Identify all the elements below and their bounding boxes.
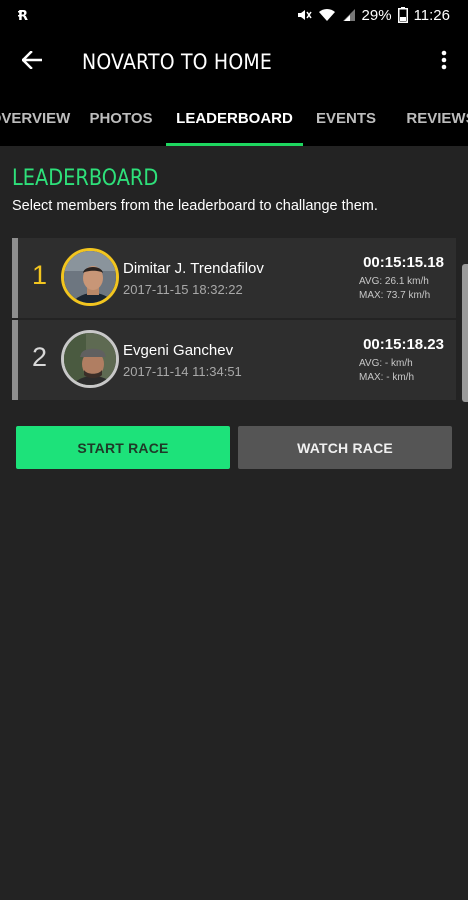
leaderboard-row[interactable]: 2 Evgeni Ganchev 2017-11-14 11:34:51 00:… xyxy=(12,320,456,400)
leaderboard-panel: LEADERBOARD Select members from the lead… xyxy=(0,146,468,900)
leaderboard-row[interactable]: 1 Dimitar J. Trendafilov 2017-11-15 18:3… xyxy=(12,238,456,318)
tab-bar: OVERVIEW PHOTOS LEADERBOARD EVENTS REVIE… xyxy=(0,94,468,146)
race-date: 2017-11-15 18:32:22 xyxy=(123,282,243,297)
member-name: Evgeni Ganchev xyxy=(123,342,234,359)
race-time: 00:15:18.23 xyxy=(363,336,444,353)
max-speed: MAX: - km/h xyxy=(359,372,415,383)
battery-percent: 29% xyxy=(361,6,392,24)
tab-reviews[interactable]: REVIEWS xyxy=(398,94,468,146)
tab-events[interactable]: EVENTS xyxy=(307,94,385,146)
rank-number: 2 xyxy=(32,342,48,372)
tab-overview[interactable]: OVERVIEW xyxy=(0,94,78,146)
member-name: Dimitar J. Trendafilov xyxy=(123,260,264,277)
battery-icon xyxy=(397,7,408,23)
app-bar: NOVARTO TO HOME xyxy=(0,30,468,94)
back-button[interactable] xyxy=(0,30,64,94)
section-subtitle: Select members from the leaderboard to c… xyxy=(12,198,378,214)
more-vert-icon xyxy=(441,50,447,75)
race-date: 2017-11-14 11:34:51 xyxy=(123,364,242,379)
tab-leaderboard[interactable]: LEADERBOARD xyxy=(166,94,303,146)
max-speed: MAX: 73.7 km/h xyxy=(359,290,431,301)
r-badge-icon: R xyxy=(18,8,34,22)
tab-photos[interactable]: PHOTOS xyxy=(80,94,162,146)
wifi-icon xyxy=(318,8,336,22)
avg-speed: AVG: - km/h xyxy=(359,358,413,369)
start-race-button[interactable]: START RACE xyxy=(16,426,230,469)
avg-speed: AVG: 26.1 km/h xyxy=(359,276,429,287)
avatar xyxy=(61,248,119,306)
signal-icon xyxy=(342,8,356,22)
watch-race-button[interactable]: WATCH RACE xyxy=(238,426,452,469)
race-time: 00:15:15.18 xyxy=(363,254,444,271)
more-options-button[interactable] xyxy=(420,30,468,94)
arrow-back-icon xyxy=(21,49,43,74)
clock: 11:26 xyxy=(413,6,450,24)
rank-number: 1 xyxy=(32,260,48,290)
mute-icon xyxy=(296,7,312,23)
page-title: NOVARTO TO HOME xyxy=(82,50,272,74)
section-title: LEADERBOARD xyxy=(12,166,159,191)
avatar xyxy=(61,330,119,388)
status-bar: R 29% 11:26 xyxy=(0,0,468,30)
scroll-handle[interactable] xyxy=(462,264,468,402)
